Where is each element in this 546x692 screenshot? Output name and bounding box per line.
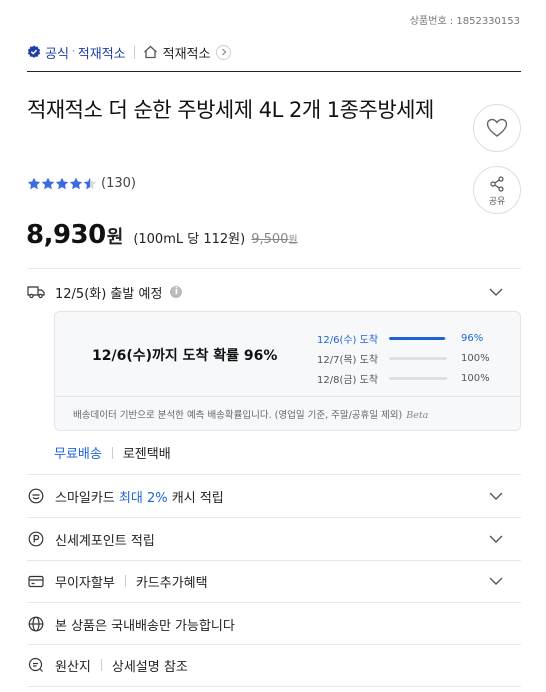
divider: [27, 560, 521, 561]
original-price: 9,500원: [251, 232, 298, 247]
probability-footnote: 배송데이터 기반으로 분석한 예측 배송확률입니다. (영업일 기준, 주말/공…: [73, 410, 429, 421]
chevron-down-icon[interactable]: [489, 489, 503, 504]
info-icon[interactable]: i: [170, 286, 183, 298]
star-rating: [27, 177, 97, 190]
divider: [27, 517, 521, 518]
shinsegae-point-row[interactable]: 신세계포인트 적립: [27, 529, 521, 549]
header-divider: [27, 71, 521, 72]
unit-price: (100mL 당 112원): [133, 232, 246, 247]
dispatch-text: 12/5(화) 출발 예정: [55, 286, 163, 302]
divider: [27, 268, 521, 269]
store-link[interactable]: 적재적소: [163, 43, 211, 62]
rating[interactable]: (130): [27, 176, 136, 191]
probability-item: 12/7(목) 도착 100%: [317, 348, 507, 368]
point-p-icon: [27, 530, 45, 548]
probability-bar: [389, 336, 447, 340]
probability-item: 12/8(금) 도착 100%: [317, 368, 507, 388]
divider: [111, 446, 113, 459]
divider: [27, 644, 521, 645]
share-label: 공유: [488, 196, 506, 207]
credit-card-icon: [27, 572, 45, 590]
smilecard-benefit-row[interactable]: 스마일카드 최대 2% 캐시 적립: [27, 486, 521, 506]
probability-item: 12/6(수) 도착 96%: [317, 328, 507, 348]
probability-bar: [389, 356, 447, 360]
chevron-down-icon[interactable]: [489, 285, 503, 300]
share-button[interactable]: 공유: [473, 166, 521, 214]
home-icon: [143, 45, 158, 59]
star-icon: [83, 177, 97, 190]
price-currency: 원: [106, 227, 124, 248]
probability-percent: 96%: [461, 332, 484, 344]
truck-icon: [27, 283, 45, 301]
arrival-date: 12/6(수) 도착: [317, 334, 379, 346]
divider: [27, 686, 521, 687]
beta-label: Beta: [406, 410, 429, 421]
official-badge-icon: [27, 45, 41, 59]
share-icon: [489, 175, 505, 192]
star-icon: [69, 177, 83, 190]
free-shipping-label: 무료배송: [54, 447, 102, 462]
arrival-probability-panel: 12/6(수)까지 도착 확률 96% 12/6(수) 도착 96% 12/7(목)…: [54, 311, 521, 431]
divider: [124, 575, 126, 587]
star-icon: [27, 177, 41, 190]
probability-list: 12/6(수) 도착 96% 12/7(목) 도착 100% 12/8(금) 도착 100…: [317, 328, 507, 388]
star-icon: [41, 177, 55, 190]
breadcrumb: 공식 · 적재적소 적재적소: [27, 42, 232, 62]
courier-label: 로젠택배: [122, 447, 171, 462]
price-row: 8,930 원 (100mL 당 112원) 9,500원: [26, 220, 298, 250]
dispatch-row[interactable]: 12/5(화) 출발 예정 i: [27, 282, 521, 302]
arrival-date: 12/7(목) 도착: [317, 354, 379, 366]
product-number: 상품번호 : 1852330153: [409, 16, 520, 27]
divider: [133, 45, 135, 59]
divider: [27, 602, 521, 603]
sale-price: 8,930: [26, 220, 106, 250]
official-store-link[interactable]: 적재적소: [78, 43, 126, 62]
divider: [27, 474, 521, 475]
review-count[interactable]: (130): [101, 176, 136, 191]
official-label: 공식: [45, 46, 69, 62]
arrival-date: 12/8(금) 도착: [317, 374, 379, 386]
probability-percent: 100%: [461, 352, 490, 364]
probability-bar: [389, 376, 447, 380]
chevron-right-icon[interactable]: [216, 44, 232, 60]
smile-card-icon: [27, 487, 45, 505]
wishlist-button[interactable]: [473, 104, 521, 152]
divider: [55, 396, 520, 397]
probability-headline: 12/6(수)까지 도착 확률 96%: [92, 348, 278, 364]
domestic-shipping-row: 본 상품은 국내배송만 가능합니다: [27, 614, 521, 634]
search-doc-icon: [27, 656, 45, 674]
origin-row: 원산지 상세설명 참조: [27, 655, 521, 675]
delivery-options: 무료배송 로젠택배: [54, 443, 171, 462]
star-icon: [55, 177, 69, 190]
heart-icon: [486, 118, 508, 138]
probability-percent: 100%: [461, 372, 490, 384]
installment-row[interactable]: 무이자할부 카드추가혜택: [27, 571, 521, 591]
divider: [100, 659, 102, 671]
globe-icon: [27, 615, 45, 633]
chevron-down-icon[interactable]: [489, 574, 503, 589]
chevron-down-icon[interactable]: [489, 532, 503, 547]
product-title: 적재적소 더 순한 주방세제 4L 2개 1종주방세제: [27, 98, 434, 122]
